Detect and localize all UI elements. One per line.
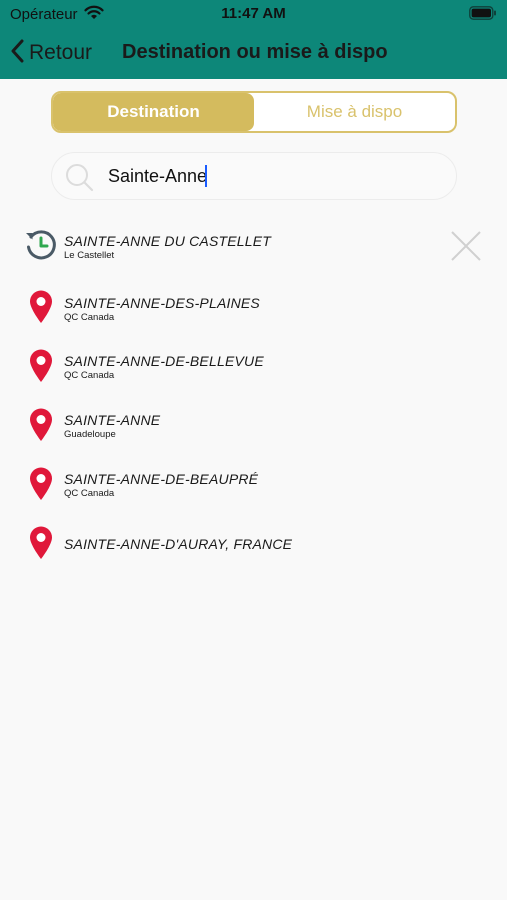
battery-icon bbox=[469, 6, 497, 25]
result-item-history[interactable]: SAINTE-ANNE DU CASTELLET Le Castellet bbox=[0, 222, 507, 274]
history-icon bbox=[24, 228, 58, 267]
back-label: Retour bbox=[29, 41, 93, 64]
result-subtitle: QC Canada bbox=[64, 312, 115, 323]
result-title: SAINTE-ANNE bbox=[64, 412, 161, 428]
chevron-left-icon bbox=[10, 39, 24, 68]
back-button[interactable]: Retour bbox=[10, 38, 92, 68]
status-bar: Opérateur 11:47 AM bbox=[0, 0, 507, 30]
result-title: SAINTE-ANNE-DE-BEAUPRÉ bbox=[64, 471, 259, 487]
segmented-control: Destination Mise à dispo bbox=[51, 91, 457, 133]
text-cursor bbox=[205, 165, 207, 187]
location-pin-icon bbox=[29, 290, 53, 329]
result-subtitle: QC Canada bbox=[64, 370, 115, 381]
location-pin-icon bbox=[29, 408, 53, 447]
search-box bbox=[51, 152, 457, 200]
result-item[interactable]: SAINTE-ANNE Guadeloupe bbox=[0, 402, 507, 454]
search-input[interactable] bbox=[108, 153, 438, 199]
result-item[interactable]: SAINTE-ANNE-D'AURAY, FRANCE bbox=[0, 520, 507, 572]
result-title: SAINTE-ANNE-DES-PLAINES bbox=[64, 295, 260, 311]
header: Opérateur 11:47 AM Retour Destination ou… bbox=[0, 0, 507, 79]
result-title: SAINTE-ANNE-D'AURAY, FRANCE bbox=[64, 536, 293, 552]
tab-mise-a-dispo[interactable]: Mise à dispo bbox=[254, 93, 455, 131]
clock: 11:47 AM bbox=[221, 5, 286, 22]
navigation-bar: Retour Destination ou mise à dispo bbox=[0, 30, 507, 79]
result-title: SAINTE-ANNE-DE-BELLEVUE bbox=[64, 353, 264, 369]
location-pin-icon bbox=[29, 467, 53, 506]
result-item[interactable]: SAINTE-ANNE-DE-BELLEVUE QC Canada bbox=[0, 343, 507, 395]
page-title: Destination ou mise à dispo bbox=[122, 41, 388, 63]
result-item[interactable]: SAINTE-ANNE-DES-PLAINES QC Canada bbox=[0, 284, 507, 336]
location-pin-icon bbox=[29, 526, 53, 565]
result-subtitle: Le Castellet bbox=[64, 250, 115, 261]
tab-destination[interactable]: Destination bbox=[53, 93, 254, 131]
result-subtitle: QC Canada bbox=[64, 488, 115, 499]
location-pin-icon bbox=[29, 349, 53, 388]
result-item[interactable]: SAINTE-ANNE-DE-BEAUPRÉ QC Canada bbox=[0, 461, 507, 513]
result-title: SAINTE-ANNE DU CASTELLET bbox=[64, 233, 272, 249]
search-icon bbox=[64, 162, 94, 197]
result-subtitle: Guadeloupe bbox=[64, 429, 116, 440]
